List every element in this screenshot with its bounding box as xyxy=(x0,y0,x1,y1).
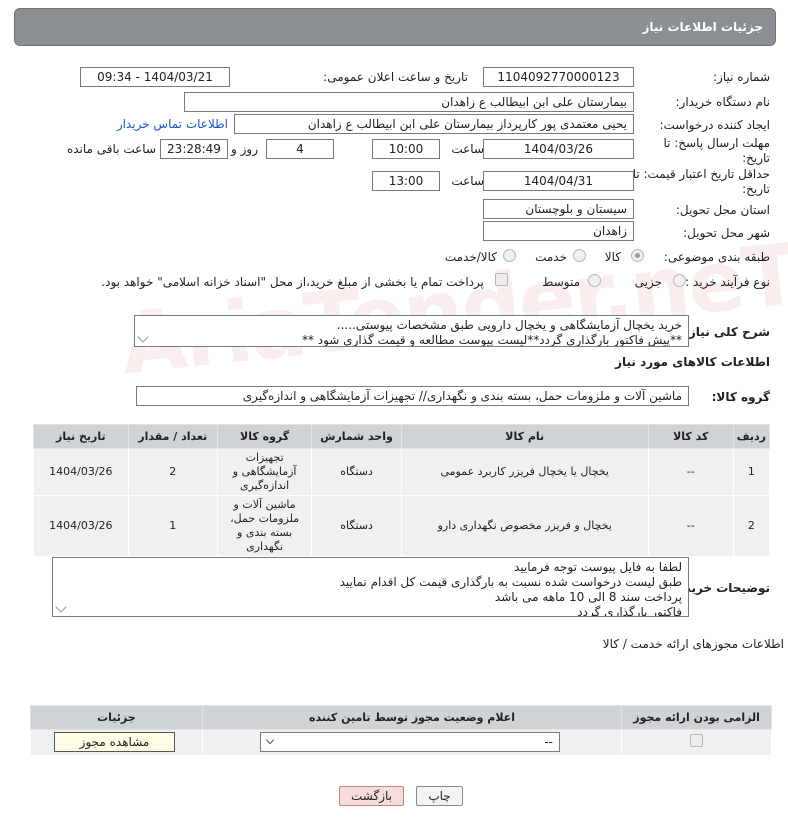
treasury-payment-note: پرداخت تمام یا بخشی از مبلغ خرید،از محل … xyxy=(101,275,484,289)
permits-table-header: الزامی بودن ارائه مجوز اعلام وضعیت مجوز … xyxy=(30,705,772,730)
cell-group: تجهیزات آزمایشگاهی و اندازه‌گیری xyxy=(216,448,313,496)
process-medium-label: متوسط xyxy=(542,275,580,289)
cell-name: یخچال و فریزر مخصوص نگهداری دارو xyxy=(400,495,649,557)
description-textarea[interactable]: خرید یخچال آزمایشگاهی و یخچال دارویی طبق… xyxy=(134,315,689,347)
city-label: شهر محل تحویل: xyxy=(683,226,770,240)
process-type-label: نوع فرآیند خرید : xyxy=(685,275,770,289)
cell-date: 1404/03/26 xyxy=(33,448,129,496)
category-service-label: خدمت xyxy=(535,250,567,264)
cell-group: ماشین آلات و ملزومات حمل، بسته بندی و نگ… xyxy=(216,495,313,557)
description-line-2: **پیش فاکتور بارگذاری گردد**لیست پیوست م… xyxy=(301,333,682,347)
deadline-time-label: ساعت xyxy=(451,142,484,156)
category-goods-service-label: کالا/خدمت xyxy=(444,250,497,264)
permit-status-select[interactable]: -- xyxy=(260,732,560,752)
col-group: گروه کالا xyxy=(216,424,313,449)
cell-name: یخچال یا یخچال فریزر کاربرد عمومی xyxy=(400,448,649,496)
cell-date: 1404/03/26 xyxy=(33,495,129,557)
deadline-date-field[interactable]: 1404/03/26 xyxy=(483,139,634,159)
header-bar: جزئیات اطلاعات نیاز xyxy=(14,8,776,46)
col-status: اعلام وضعیت مجوز توسط تامین کننده xyxy=(201,705,623,730)
permit-status-value: -- xyxy=(544,735,553,749)
process-minor-label: جزیی xyxy=(634,275,662,289)
chevron-down-icon xyxy=(265,735,275,745)
back-button[interactable]: بازگشت xyxy=(339,786,404,806)
goods-table-header: ردیف کد کالا نام کالا واحد شمارش گروه کا… xyxy=(33,424,771,449)
cell-row: 1 xyxy=(732,448,771,496)
category-radio-goods[interactable] xyxy=(631,249,644,262)
buyer-org-label: نام دستگاه خریدار: xyxy=(675,95,771,109)
goods-table: ردیف کد کالا نام کالا واحد شمارش گروه کا… xyxy=(33,424,771,557)
city-field[interactable]: زاهدان xyxy=(483,221,634,241)
col-quantity: تعداد / مقدار xyxy=(127,424,218,449)
goods-section-title: اطلاعات کالاهای مورد نیاز xyxy=(615,355,770,369)
cell-unit: دستگاه xyxy=(311,495,402,557)
cell-quantity: 2 xyxy=(127,448,218,496)
category-radio-goods-service[interactable] xyxy=(503,249,516,262)
remaining-days-field[interactable]: 4 xyxy=(266,139,334,159)
buyer-note-line: طبق لیست درخواست شده نسبت به بارگذاری قی… xyxy=(339,575,682,589)
price-validity-time-field[interactable]: 13:00 xyxy=(372,171,440,191)
col-code: کد کالا xyxy=(647,424,734,449)
price-validity-date-field[interactable]: 1404/04/31 xyxy=(483,171,634,191)
cell-code: -- xyxy=(647,495,734,557)
page-title: جزئیات اطلاعات نیاز xyxy=(642,20,763,34)
buyer-note-line: لطفا به فایل پیوست توجه فرمایید xyxy=(514,560,682,574)
process-radio-minor[interactable] xyxy=(673,274,686,287)
buyer-note-line: فاکتور بارگذاری گردد xyxy=(577,605,682,617)
need-number-label: شماره نیاز: xyxy=(713,70,770,84)
category-goods-label: کالا xyxy=(604,250,621,264)
province-field[interactable]: سیستان و بلوچستان xyxy=(483,199,634,219)
treasury-payment-checkbox[interactable] xyxy=(495,273,508,286)
deadline-label: مهلت ارسال پاسخ: تا تاریخ: xyxy=(663,136,770,165)
process-radio-medium[interactable] xyxy=(588,274,601,287)
col-unit: واحد شمارش xyxy=(311,424,402,449)
col-details: جزئیات xyxy=(30,705,203,730)
announce-date-label: تاریخ و ساعت اعلان عمومی: xyxy=(323,70,468,84)
category-label: طبقه بندی موضوعی: xyxy=(663,250,770,264)
permits-section-title: اطلاعات مجوزهای ارائه خدمت / کالا xyxy=(602,637,784,651)
col-row: ردیف xyxy=(732,424,771,449)
category-radio-service[interactable] xyxy=(573,249,586,262)
buyer-contact-link[interactable]: اطلاعات تماس خریدار xyxy=(117,117,228,131)
col-required: الزامی بودن ارائه مجوز xyxy=(621,705,772,730)
buyer-org-field[interactable]: بیمارستان علی ابن ابیطالب ع زاهدان xyxy=(184,92,634,112)
requester-field[interactable]: یحیی معتمدی پور کارپرداز بیمارستان علی ا… xyxy=(234,114,634,134)
buyer-note-line: پرداخت سند 8 الی 10 ماهه می باشد xyxy=(494,590,682,604)
cell-code: -- xyxy=(647,448,734,496)
price-validity-label: حداقل تاریخ اعتبار قیمت: تا تاریخ: xyxy=(632,167,770,196)
remaining-label: ساعت باقی مانده xyxy=(66,142,156,156)
price-validity-time-label: ساعت xyxy=(451,174,484,188)
cell-unit: دستگاه xyxy=(311,448,402,496)
days-label: روز و xyxy=(231,142,258,156)
description-line-1: خرید یخچال آزمایشگاهی و یخچال دارویی طبق… xyxy=(336,318,682,332)
col-date: تاریخ نیاز xyxy=(33,424,129,449)
permit-required-checkbox xyxy=(690,734,703,747)
print-button[interactable]: چاپ xyxy=(416,786,463,806)
goods-group-label: گروه کالا: xyxy=(711,390,770,404)
deadline-time-field[interactable]: 10:00 xyxy=(372,139,440,159)
cell-quantity: 1 xyxy=(127,495,218,557)
remaining-time-field[interactable]: 23:28:49 xyxy=(160,139,228,159)
table-row[interactable]: 1 -- یخچال یا یخچال فریزر کاربرد عمومی د… xyxy=(33,448,771,496)
description-label: شرح کلی نیاز: xyxy=(684,325,770,339)
buyer-notes-textarea[interactable]: لطفا به فایل پیوست توجه فرمایید طبق لیست… xyxy=(52,557,689,617)
col-name: نام کالا xyxy=(400,424,649,449)
province-label: استان محل تحویل: xyxy=(675,203,770,217)
view-permit-button[interactable]: مشاهده مجوز xyxy=(54,732,175,752)
table-row[interactable]: 2 -- یخچال و فریزر مخصوص نگهداری دارو دس… xyxy=(33,495,771,557)
announce-date-field[interactable]: 1404/03/21 - 09:34 xyxy=(80,67,230,87)
goods-group-field[interactable]: ماشین آلات و ملزومات حمل، بسته بندی و نگ… xyxy=(136,386,689,406)
requester-label: ایجاد کننده درخواست: xyxy=(659,118,770,132)
need-number-field[interactable]: 1104092770000123 xyxy=(483,67,634,87)
cell-row: 2 xyxy=(732,495,771,557)
